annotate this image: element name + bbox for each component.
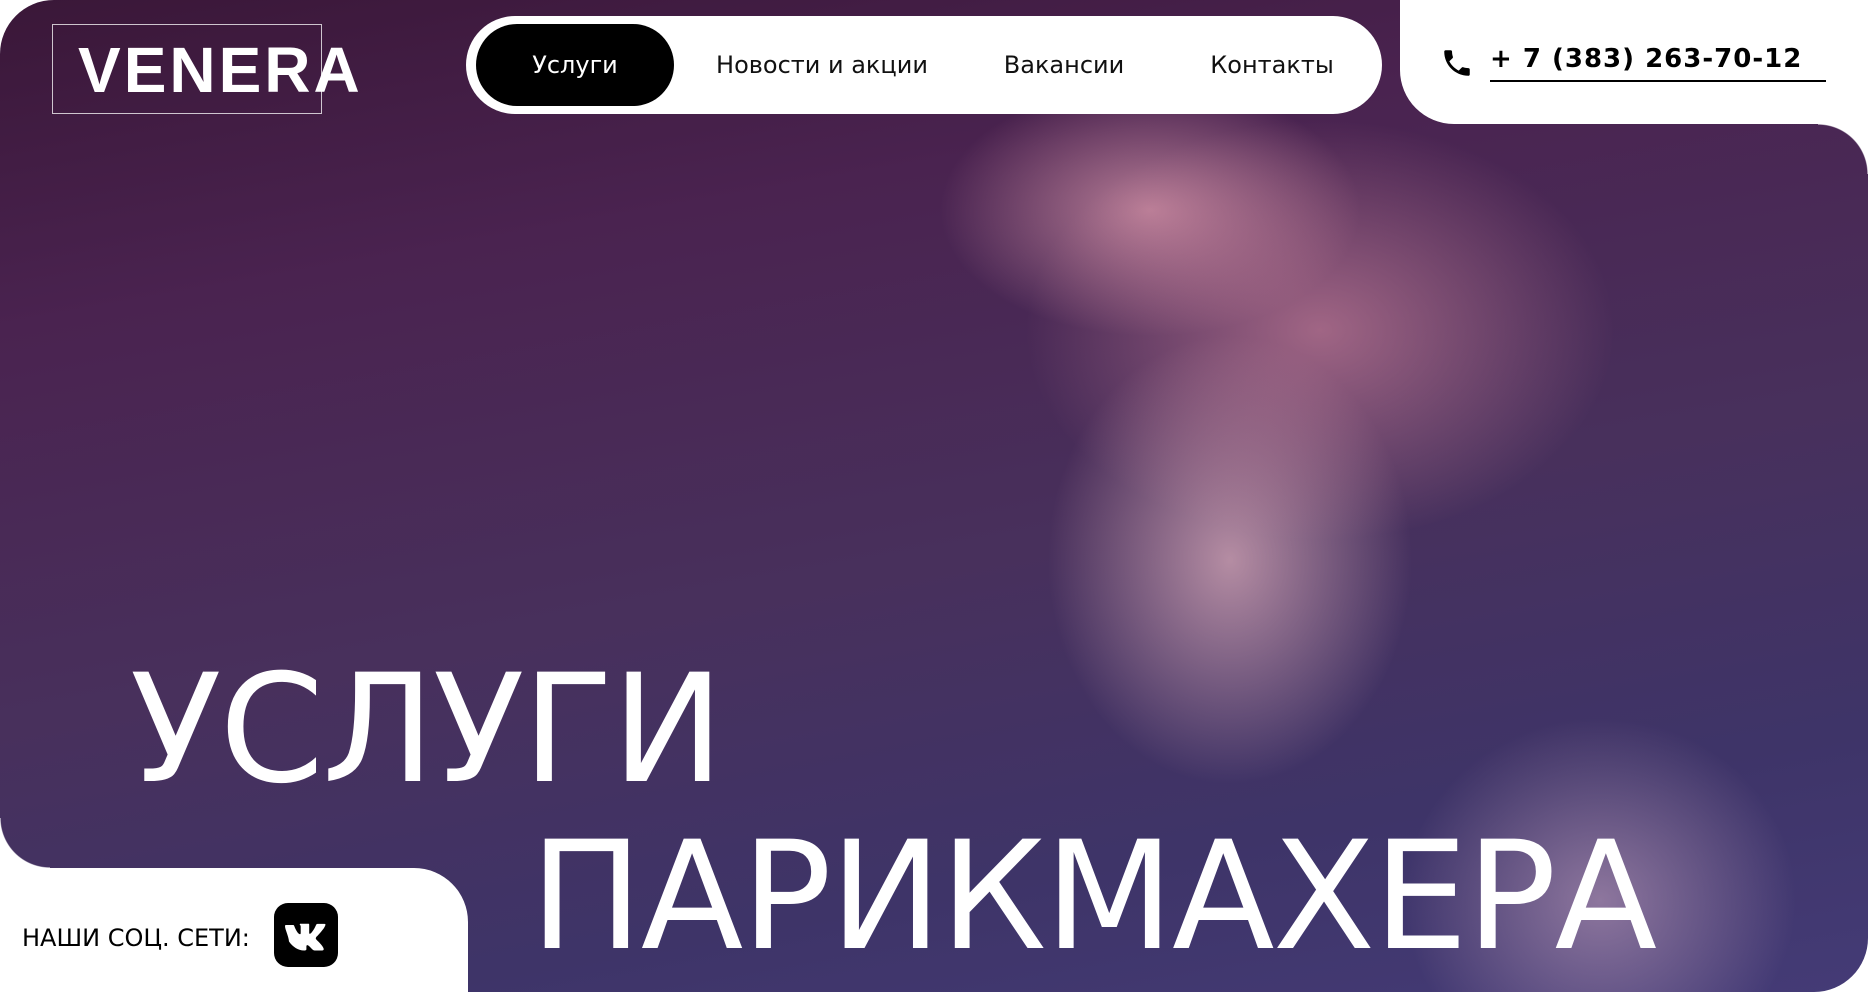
- social-label: НАШИ СОЦ. СЕТИ:: [22, 924, 250, 952]
- nav-item-services[interactable]: Услуги: [476, 24, 674, 106]
- phone-link[interactable]: + 7 (383) 263-70-12: [1490, 44, 1802, 74]
- phone-icon: [1444, 50, 1470, 76]
- header-corner-curve: [1818, 124, 1868, 174]
- nav-item-contacts[interactable]: Контакты: [1172, 24, 1372, 106]
- hero-title-line-1: УСЛУГИ: [130, 643, 724, 817]
- vk-icon: [285, 923, 326, 951]
- main-navigation: Услуги Новости и акции Вакансии Контакты: [466, 16, 1382, 114]
- phone-underline: [1490, 80, 1826, 82]
- nav-item-news[interactable]: Новости и акции: [692, 24, 952, 106]
- social-corner-curve: [0, 818, 50, 868]
- hero-title-line-2: ПАРИКМАХЕРА: [530, 810, 1657, 984]
- logo[interactable]: VENERA: [78, 30, 363, 110]
- nav-item-vacancies[interactable]: Вакансии: [974, 24, 1154, 106]
- vk-button[interactable]: [274, 903, 338, 967]
